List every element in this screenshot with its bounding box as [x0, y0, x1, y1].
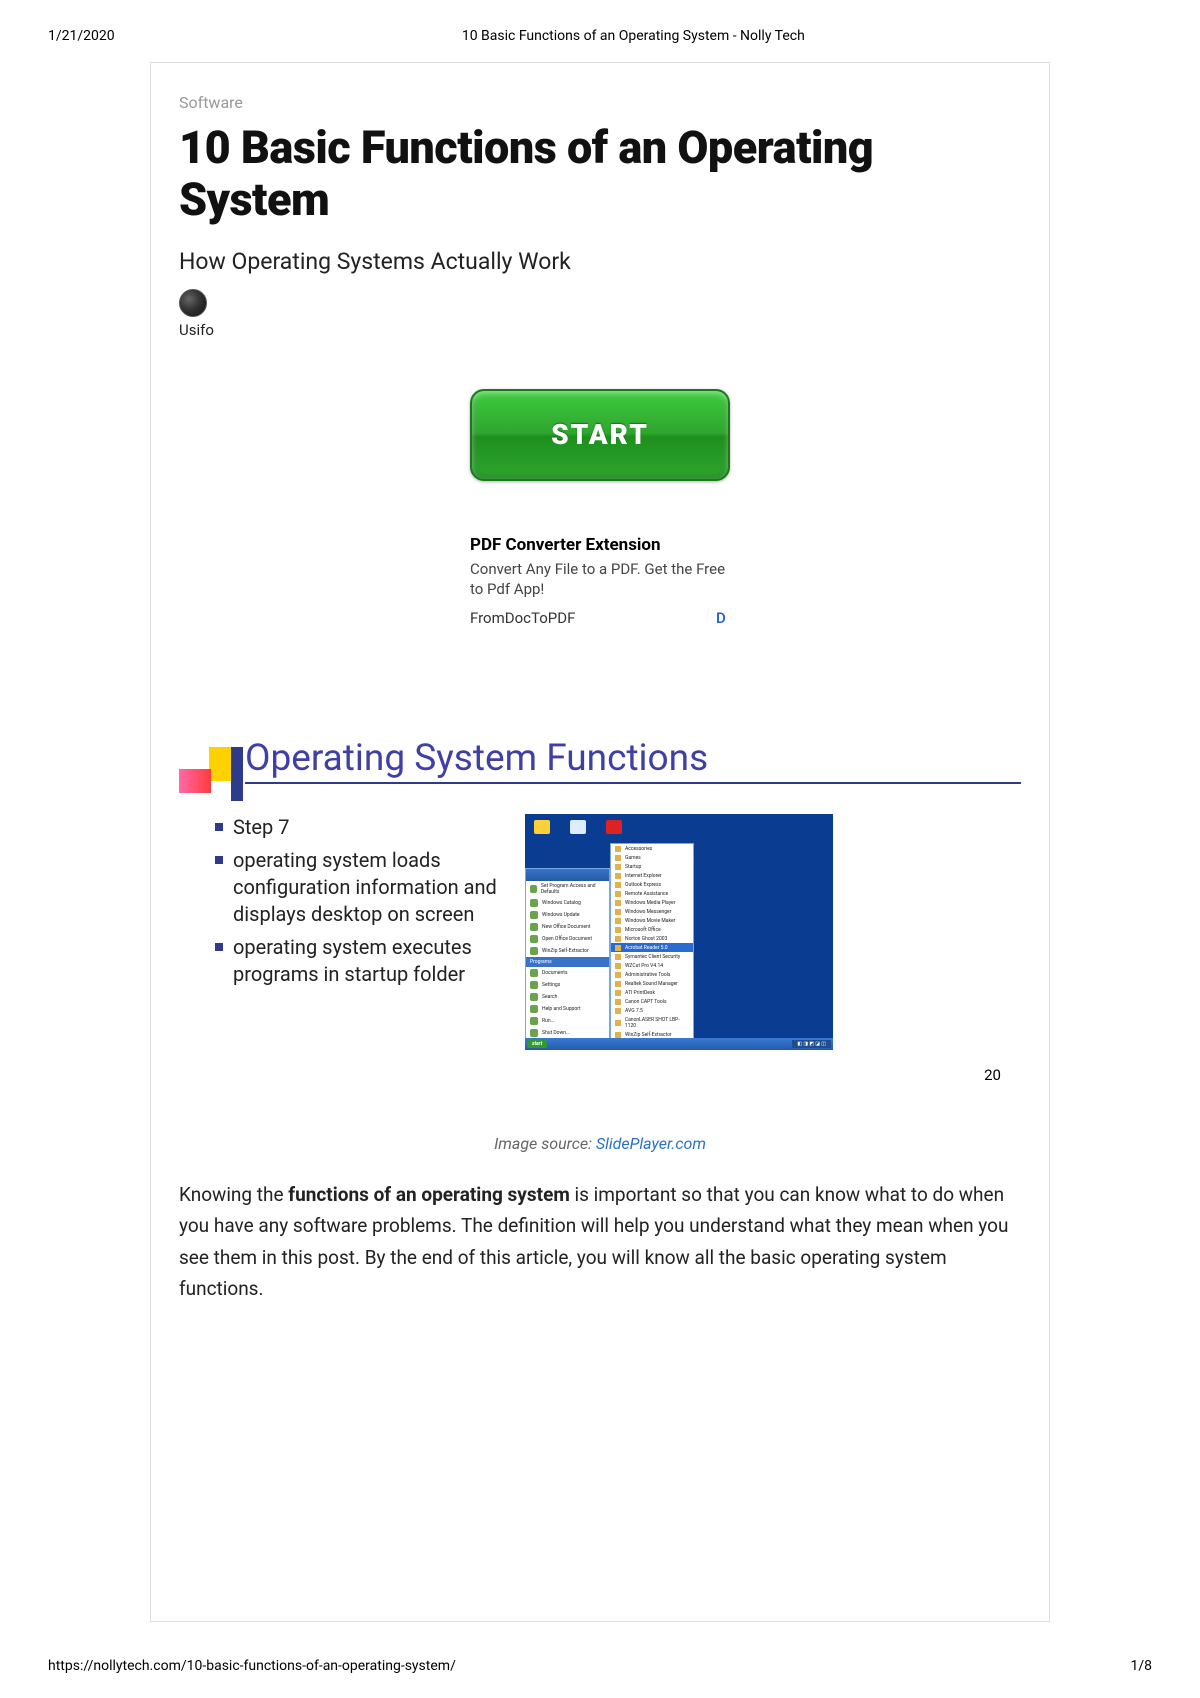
windows-xp-screenshot: Set Program Access and Defaults Windows …: [525, 814, 833, 1050]
ad-cta-link[interactable]: D: [716, 609, 730, 627]
print-footer-url: https://nollytech.com/10-basic-functions…: [48, 1658, 456, 1674]
print-date: 1/21/2020: [48, 28, 115, 44]
ad-start-button[interactable]: START: [470, 389, 730, 481]
author-name[interactable]: Usifo: [179, 321, 214, 339]
print-page-number: 1/8: [1130, 1658, 1152, 1674]
start-menu: Set Program Access and Defaults Windows …: [525, 868, 610, 1040]
ad-title[interactable]: PDF Converter Extension: [470, 535, 730, 555]
slide-title: Operating System Functions: [245, 737, 1021, 780]
slide-bullet-2: operating system executes programs in st…: [233, 934, 515, 988]
category-link[interactable]: Software: [179, 93, 1021, 112]
page-container: Software 10 Basic Functions of an Operat…: [150, 62, 1050, 1622]
ad-source: FromDocToPDF: [470, 609, 575, 627]
author-avatar[interactable]: [179, 289, 207, 317]
article-title: 10 Basic Functions of an Operating Syste…: [179, 122, 1021, 226]
start-button-xp: start: [527, 1040, 547, 1048]
slide-step: Step 7: [233, 814, 289, 841]
print-header: 1/21/2020 10 Basic Functions of an Opera…: [0, 0, 1200, 54]
slide-bullets: Step 7 operating system loads configurat…: [215, 814, 515, 994]
author-block[interactable]: Usifo: [179, 289, 1021, 339]
print-title: 10 Basic Functions of an Operating Syste…: [462, 28, 805, 44]
taskbar: start ◧ ◨ ◩ ◪ ◫: [525, 1038, 833, 1050]
article-subtitle: How Operating Systems Actually Work: [179, 248, 1021, 275]
image-caption: Image source: SlidePlayer.com: [179, 1134, 1021, 1153]
slide-bullet-1: operating system loads configuration inf…: [233, 847, 515, 928]
ad-description: Convert Any File to a PDF. Get the Free …: [470, 559, 730, 600]
advertisement: START PDF Converter Extension Convert An…: [470, 389, 730, 628]
programs-flyout: Accessories Games Startup Internet Explo…: [610, 843, 694, 1040]
body-paragraph-1: Knowing the functions of an operating sy…: [179, 1179, 1021, 1304]
slide-page-number: 20: [179, 1050, 1021, 1084]
slide-corner-graphic: [179, 747, 233, 801]
print-footer: https://nollytech.com/10-basic-functions…: [48, 1658, 1152, 1674]
embedded-slide: Operating System Functions Step 7 operat…: [179, 737, 1021, 1114]
image-source-link[interactable]: SlidePlayer.com: [596, 1134, 706, 1153]
